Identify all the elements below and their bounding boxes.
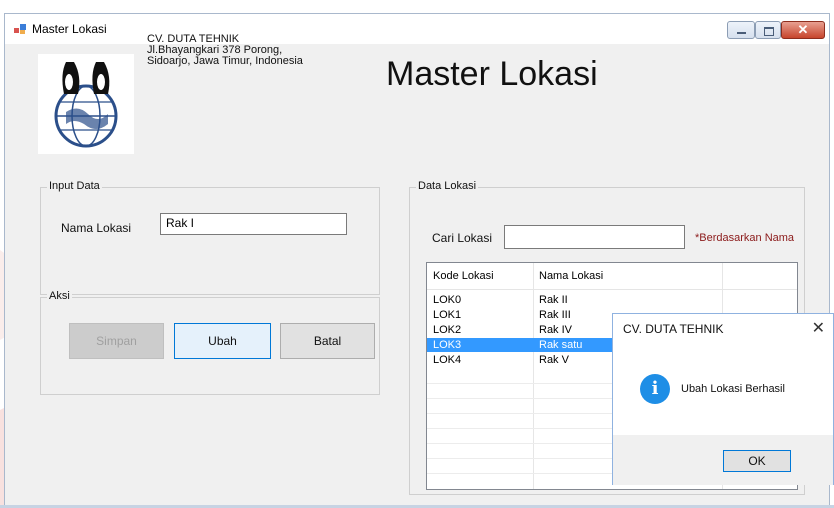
- maximize-icon: [764, 27, 774, 36]
- input-data-group: Input Data Nama Lokasi Rak I: [40, 180, 380, 295]
- cell-kode: LOK2: [433, 324, 462, 336]
- window-title: Master Lokasi: [32, 22, 107, 36]
- nama-lokasi-input[interactable]: Rak I: [160, 213, 347, 235]
- cell-kode: LOK0: [433, 294, 462, 306]
- minimize-icon: [737, 32, 746, 34]
- dialog-title: CV. DUTA TEHNIK: [623, 322, 724, 336]
- cari-lokasi-label: Cari Lokasi: [432, 231, 493, 245]
- message-dialog: CV. DUTA TEHNIK ✕ i Ubah Lokasi Berhasil…: [612, 313, 834, 485]
- cell-nama: Rak III: [539, 309, 571, 321]
- dialog-message: Ubah Lokasi Berhasil: [681, 383, 785, 395]
- cari-lokasi-input[interactable]: [504, 225, 685, 249]
- data-lokasi-legend: Data Lokasi: [416, 180, 479, 192]
- cell-kode: LOK3: [433, 339, 462, 351]
- maximize-button[interactable]: [755, 21, 781, 39]
- table-header: Kode Lokasi Nama Lokasi: [427, 263, 797, 290]
- company-logo: [38, 54, 134, 154]
- simpan-button[interactable]: Simpan: [69, 323, 164, 359]
- column-header-kode[interactable]: Kode Lokasi: [433, 263, 494, 289]
- ok-button[interactable]: OK: [723, 450, 791, 472]
- dialog-footer: OK: [613, 435, 833, 485]
- aksi-group: Aksi Simpan Ubah Batal: [40, 290, 380, 395]
- cell-nama: Rak II: [539, 294, 568, 306]
- cell-kode: LOK4: [433, 354, 462, 366]
- nama-lokasi-label: Nama Lokasi: [61, 221, 132, 235]
- close-icon: ✕: [797, 22, 809, 37]
- table-row[interactable]: LOK0 Rak II: [427, 293, 797, 307]
- search-note: *Berdasarkan Nama: [695, 232, 795, 244]
- title-bar: Master Lokasi ✕: [5, 14, 829, 44]
- ubah-button[interactable]: Ubah: [174, 323, 271, 359]
- aksi-legend: Aksi: [47, 290, 72, 302]
- cell-nama: Rak satu: [539, 339, 583, 351]
- cell-kode: LOK1: [433, 309, 462, 321]
- info-icon: i: [640, 374, 670, 404]
- dialog-close-icon[interactable]: ✕: [812, 318, 825, 338]
- cell-nama: Rak IV: [539, 324, 573, 336]
- company-info: CV. DUTA TEHNIK Jl.Bhayangkari 378 Poron…: [147, 34, 303, 67]
- app-icon: [14, 24, 26, 34]
- cell-nama: Rak V: [539, 354, 569, 366]
- company-address-line2: Sidoarjo, Jawa Timur, Indonesia: [147, 55, 303, 67]
- input-data-legend: Input Data: [47, 180, 102, 192]
- column-header-nama[interactable]: Nama Lokasi: [539, 263, 603, 289]
- close-button[interactable]: ✕: [781, 21, 825, 39]
- batal-button[interactable]: Batal: [280, 323, 375, 359]
- minimize-button[interactable]: [727, 21, 755, 39]
- page-title: Master Lokasi: [386, 55, 598, 93]
